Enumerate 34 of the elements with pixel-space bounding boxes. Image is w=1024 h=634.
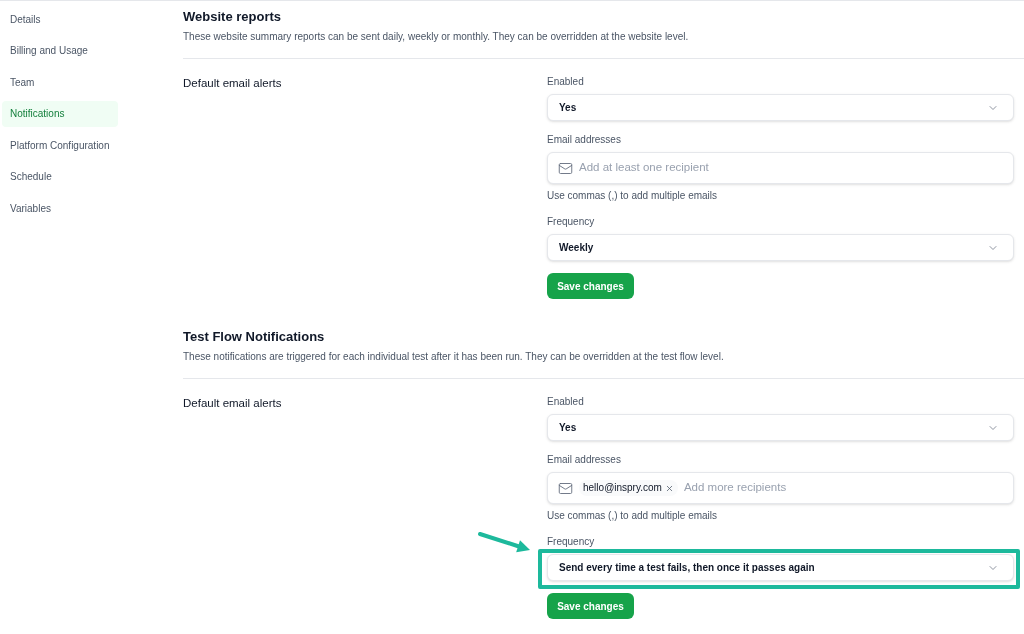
recipient-input[interactable]: Add at least one recipient — [579, 159, 1003, 177]
setting-label: Default email alerts — [183, 76, 283, 91]
sidebar-item[interactable]: Details — [2, 6, 118, 32]
mail-icon — [558, 480, 573, 496]
section-title: Website reports — [183, 8, 282, 26]
mail-icon — [558, 160, 573, 176]
section-description: These website summary reports can be sent daily, weekly or monthly. They can be overridden at the website level. — [183, 30, 690, 44]
email-field[interactable]: Add at least one recipient — [547, 152, 1014, 184]
dropdown[interactable]: Weekly — [547, 234, 1014, 261]
setting-label: Default email alerts — [183, 396, 283, 411]
email-field[interactable]: hello@inspry.com Add more recipients — [547, 472, 1014, 504]
field-label: Enabled — [547, 395, 585, 409]
sidebar-item[interactable]: Team — [2, 69, 118, 95]
sidebar-item[interactable]: Billing and Usage — [2, 37, 118, 64]
dropdown[interactable]: Send every time a test fails, then once it passes again — [547, 554, 1014, 581]
field-label: Email addresses — [547, 133, 622, 147]
field-label: Email addresses — [547, 453, 622, 467]
dropdown[interactable]: Yes — [547, 94, 1014, 121]
close-icon[interactable] — [664, 483, 674, 493]
field-hint: Use commas (,) to add multiple emails — [547, 189, 719, 203]
sidebar-item[interactable]: Notifications — [2, 100, 118, 127]
sidebar-item[interactable]: Schedule — [2, 163, 118, 190]
field-label: Enabled — [547, 75, 585, 89]
recipient-input[interactable]: Add more recipients — [683, 479, 1003, 497]
field-hint: Use commas (,) to add multiple emails — [547, 509, 719, 523]
recipient-email: hello@inspry.com — [583, 482, 662, 494]
sidebar-item[interactable]: Platform Configuration — [2, 132, 118, 158]
field-label: Frequency — [547, 215, 596, 229]
dropdown[interactable]: Yes — [547, 414, 1014, 441]
field-label: Frequency — [547, 535, 596, 549]
sidebar-item[interactable]: Variables — [2, 195, 118, 221]
section-title: Test Flow Notifications — [183, 328, 326, 346]
arrow-icon — [476, 530, 532, 554]
section-description: These notifications are triggered for each individual test after it has been run. They can be overridden at the test flow level. — [183, 350, 725, 364]
